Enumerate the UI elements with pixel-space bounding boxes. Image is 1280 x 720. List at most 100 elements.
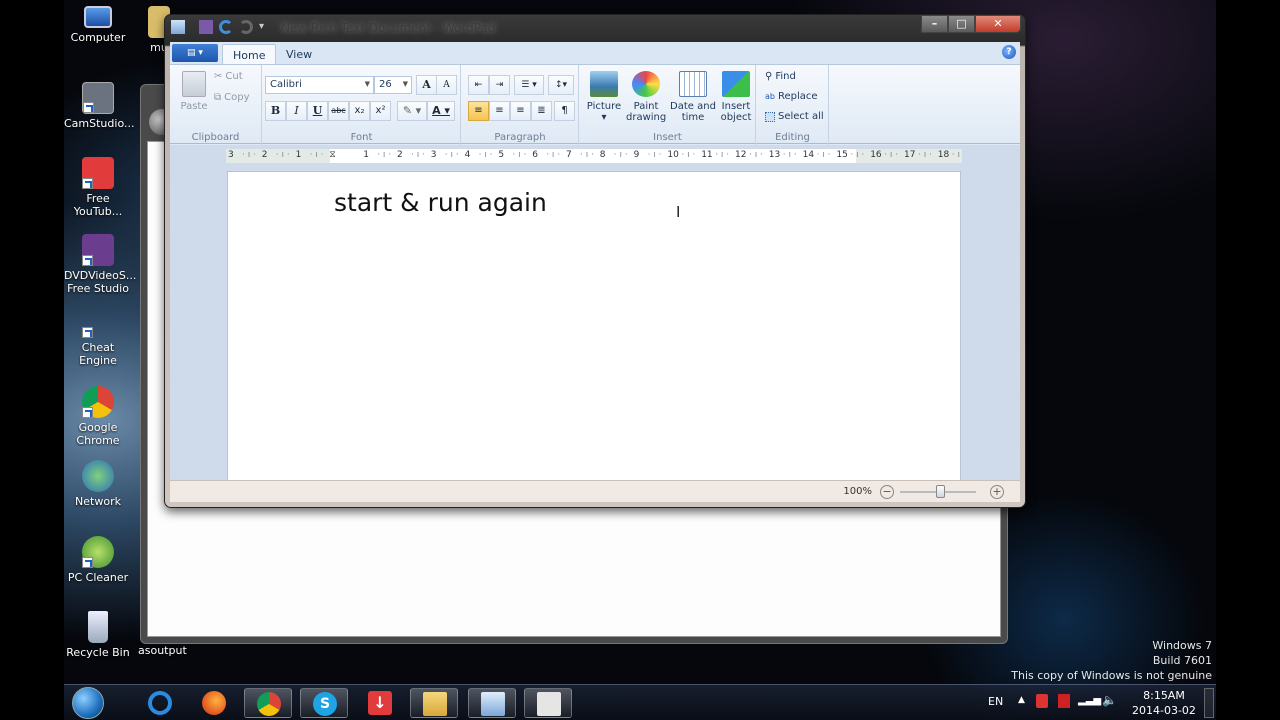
zoom-in-button[interactable]: +	[990, 485, 1004, 499]
desktop-icon-computer[interactable]: Computer	[64, 6, 132, 44]
zoom-slider-thumb[interactable]	[936, 485, 945, 498]
quick-access-toolbar: ▾	[171, 20, 273, 34]
clock-date: 2014-03-02	[1132, 704, 1196, 717]
zoom-slider[interactable]	[900, 485, 976, 498]
volume-icon[interactable]: 🔈	[1102, 693, 1117, 707]
customize-qat-icon[interactable]: ▾	[259, 20, 273, 34]
show-hidden-icons-button[interactable]: ▲	[1018, 695, 1025, 705]
ruler-tick: · ı ·	[850, 150, 865, 160]
document-page[interactable]: start & run again I	[227, 171, 961, 480]
save-icon[interactable]	[199, 20, 213, 34]
grow-font-button[interactable]: A	[416, 75, 437, 95]
start-button[interactable]	[72, 687, 104, 719]
paint-drawing-button[interactable]: Paint drawing	[626, 71, 666, 123]
ruler-number: 4	[464, 150, 471, 160]
tab-view[interactable]: View	[276, 44, 322, 64]
taskbar-firefox[interactable]	[190, 688, 238, 718]
desktop-icon-pc-cleaner[interactable]: PC Cleaner	[64, 536, 132, 584]
font-size-value: 26	[379, 79, 392, 90]
desktop: Computer CamStudio... Free YouTub... DVD…	[64, 0, 1216, 720]
taskbar-free-youtube-downloader[interactable]: ↓	[356, 688, 404, 718]
font-family-select[interactable]: Calibri ▼	[265, 76, 374, 94]
desktop-icon-network[interactable]: Network	[64, 460, 132, 508]
background-window-caption: asoutput	[138, 644, 198, 657]
application-menu-button[interactable]: ▤ ▾	[172, 44, 218, 62]
show-desktop-button[interactable]	[1204, 688, 1214, 718]
strikethrough-button[interactable]: abc	[328, 101, 349, 121]
desktop-icon-free-youtube[interactable]: Free YouTub...	[64, 157, 132, 218]
line-spacing-button[interactable]: ↕▾	[548, 75, 574, 95]
taskbar-camstudio[interactable]	[524, 688, 572, 718]
ruler-tick: · ı ·	[309, 150, 324, 160]
maximize-button[interactable]: □	[948, 15, 975, 33]
zoom-out-button[interactable]: −	[880, 485, 894, 499]
ruler-number: 9	[633, 150, 640, 160]
justify-button[interactable]: ≣	[531, 101, 552, 121]
close-button[interactable]: ✕	[975, 15, 1021, 33]
find-button[interactable]: ⚲ Find	[765, 71, 796, 82]
language-indicator[interactable]: EN	[988, 695, 1003, 708]
highlight-color-button[interactable]: ✎ ▾	[397, 101, 427, 121]
paste-button[interactable]: Paste	[174, 71, 214, 112]
taskbar-skype[interactable]: S	[300, 688, 348, 718]
taskbar-wordpad[interactable]	[468, 688, 516, 718]
superscript-button[interactable]: x²	[370, 101, 391, 121]
desktop-icon-recycle-bin[interactable]: Recycle Bin	[64, 611, 132, 659]
clock[interactable]: 8:15AM 2014-03-02	[1132, 688, 1196, 718]
date-time-button[interactable]: Date and time	[670, 71, 716, 123]
indent-marker-icon[interactable]: ⧖	[329, 150, 335, 160]
ruler-number: 8	[599, 150, 606, 160]
desktop-icon-dvdvideosoft[interactable]: DVDVideoS... Free Studio	[64, 234, 136, 295]
action-center-flag-icon[interactable]	[1036, 694, 1048, 708]
ruler-number: 2	[261, 150, 268, 160]
desktop-icon-camstudio[interactable]: CamStudio...	[64, 82, 134, 130]
power-icon[interactable]	[1058, 694, 1070, 708]
cut-button[interactable]: ✂ Cut	[214, 71, 243, 82]
paragraph-group: ⇤ ⇥ ☰ ▾ ↕▾ ≡ ≡ ≡ ≣ ¶ Paragraph	[462, 65, 579, 145]
copy-button[interactable]: ⧉ Copy	[214, 92, 250, 103]
picture-button[interactable]: Picture ▾	[584, 71, 624, 123]
help-icon[interactable]: ?	[1002, 45, 1016, 59]
bullets-button[interactable]: ☰ ▾	[514, 75, 544, 95]
redo-icon[interactable]	[239, 20, 253, 34]
align-right-button[interactable]: ≡	[510, 101, 531, 121]
dvdvideosoft-icon	[82, 234, 114, 266]
shrink-font-button[interactable]: A	[436, 75, 457, 95]
undo-icon[interactable]	[219, 20, 233, 34]
underline-button[interactable]: U	[307, 101, 328, 121]
ruler-number: 10	[667, 150, 679, 160]
italic-button[interactable]: I	[286, 101, 307, 121]
select-all-button[interactable]: Select all	[765, 111, 824, 122]
desktop-icon-cheat-engine[interactable]: Cheat Engine	[64, 318, 132, 367]
ribbon: Paste ✂ Cut ⧉ Copy Clipboard Calibri ▼ 26 ▼ …	[170, 64, 1020, 145]
ruler-number: 16	[870, 150, 882, 160]
font-size-select[interactable]: 26 ▼	[374, 76, 412, 94]
editing-group: ⚲ Find ab Replace Select all Editing	[757, 65, 829, 145]
subscript-button[interactable]: x₂	[349, 101, 370, 121]
windows-watermark: Windows 7 Build 7601 This copy of Window…	[1011, 638, 1212, 683]
replace-button[interactable]: ab Replace	[765, 91, 818, 102]
document-text[interactable]: start & run again	[334, 188, 547, 217]
bold-button[interactable]: B	[265, 101, 286, 121]
taskbar-chrome[interactable]	[244, 688, 292, 718]
taskbar-internet-explorer[interactable]	[136, 688, 184, 718]
align-left-button[interactable]: ≡	[468, 101, 489, 121]
insert-object-button[interactable]: Insert object	[716, 71, 756, 123]
increase-indent-button[interactable]: ⇥	[489, 75, 510, 95]
paragraph-settings-button[interactable]: ¶	[554, 101, 575, 121]
align-center-button[interactable]: ≡	[489, 101, 510, 121]
ruler[interactable]: 3 · ı · 2 · ı · 1 · ı · 1 · ı · 2 · ı · 3 · ı · 4 · ı…	[170, 145, 1020, 165]
decrease-indent-button[interactable]: ⇤	[468, 75, 489, 95]
ruler-tick: · ı ·	[918, 150, 932, 160]
taskbar-windows-explorer[interactable]	[410, 688, 458, 718]
zoom-level: 100%	[843, 486, 872, 497]
network-signal-icon[interactable]: ▂▃▅	[1078, 695, 1101, 706]
ruler-tick: · ı ·	[884, 150, 899, 160]
desktop-icon-chrome[interactable]: Google Chrome	[64, 386, 132, 447]
tab-home[interactable]: Home	[222, 44, 277, 64]
minimize-button[interactable]: –	[921, 15, 948, 33]
title-bar[interactable]: ▾ New Rich Text Document - WordPad – □ ✕	[165, 15, 1025, 41]
text-color-button[interactable]: A ▾	[427, 101, 455, 121]
select-all-label: Select all	[778, 111, 824, 122]
text-color-icon: A	[432, 104, 441, 117]
